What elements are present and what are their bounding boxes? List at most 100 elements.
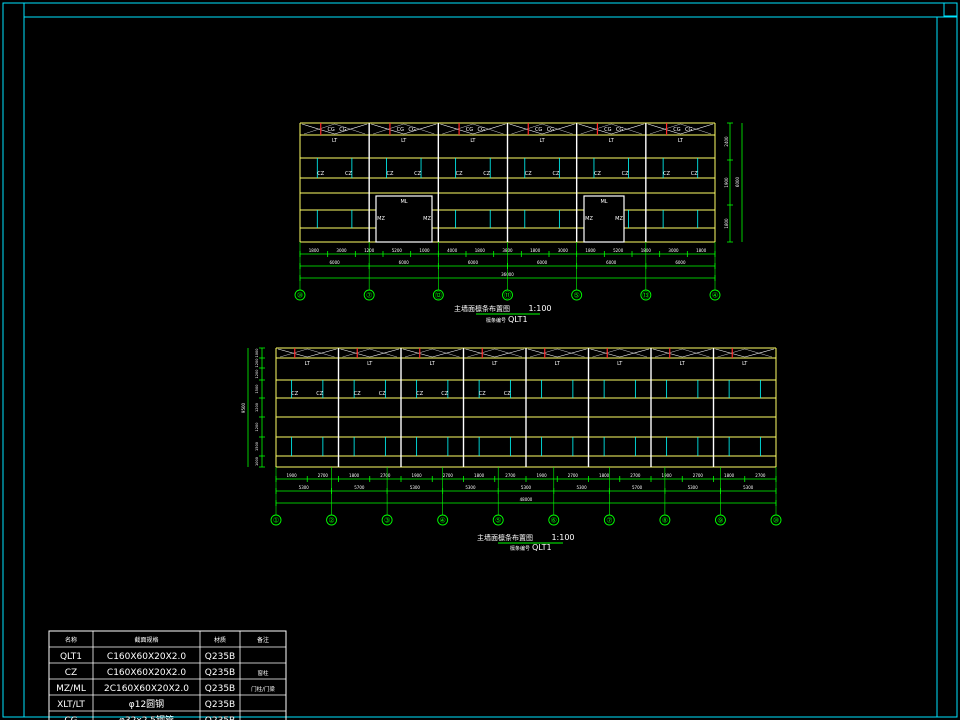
table-cell: 窗柱: [257, 669, 269, 677]
tag-lt: LT: [609, 138, 615, 144]
dimension-text: 1900: [287, 473, 298, 478]
tag-mz: MZ: [615, 216, 623, 222]
table-cell: Q235B: [205, 700, 235, 710]
tag-cg: CG: [339, 127, 346, 133]
tag-lt: LT: [430, 361, 436, 367]
table-cell: CZ: [65, 668, 77, 678]
dimension-text: 2700: [318, 473, 329, 478]
table-cell: XLT/LT: [57, 700, 85, 710]
axis-label: ②: [328, 517, 334, 525]
dimension-text: 6000: [329, 260, 340, 265]
axis-label: ⑬: [642, 292, 649, 300]
tag-lt: LT: [678, 138, 684, 144]
tag-cz: CZ: [594, 171, 601, 177]
dimension-text: 3000: [668, 248, 679, 253]
tag-cz: CZ: [354, 391, 361, 397]
elevation-drawing-1: CG CGLTCZ CZCG CGLTCZ CZCG CGLTCZ CZCG CGLTCZ CZ…: [294, 122, 743, 315]
dimension-text: 5200: [392, 248, 403, 253]
table-cell: φ32x2.5钢管: [119, 714, 174, 720]
cad-drawing-canvas[interactable]: CG CGLTCZ CZCG CGLTCZ CZCG CGLTCZ CZCG CGLTCZ CZ…: [0, 0, 960, 720]
tag-cz: CZ: [414, 171, 421, 177]
axis-label: ⑩: [773, 517, 779, 525]
dimension-text: 2700: [505, 473, 516, 478]
table-header: 材质: [214, 636, 226, 644]
dimension-text: 1000: [419, 248, 430, 253]
dimension-text: 1200: [255, 423, 259, 432]
table-cell: Q235B: [205, 652, 235, 662]
dimension-text: 1900: [662, 473, 673, 478]
tag-lt: LT: [555, 361, 561, 367]
dimension-text: 1800: [530, 248, 541, 253]
dimension-text: 1800: [696, 248, 707, 253]
axis-label: ⑩: [297, 292, 303, 300]
dimension-total: 9500: [241, 402, 246, 413]
dimension-text: 5300: [743, 485, 754, 490]
dimension-text: 5200: [613, 248, 624, 253]
tag-mz: MZ: [377, 216, 385, 222]
tag-cz: CZ: [416, 391, 423, 397]
tag-cg: CG: [604, 127, 611, 133]
tag-cz: CZ: [316, 391, 323, 397]
tag-lt: LT: [332, 138, 338, 144]
tag-cg: CG: [547, 127, 554, 133]
tag-cz: CZ: [663, 171, 670, 177]
tag-cz: CZ: [317, 171, 324, 177]
drawing2-scale: 1:100: [551, 533, 574, 542]
tag-lt: LT: [305, 361, 311, 367]
dimension-text: 1800: [474, 473, 485, 478]
tag-ml: ML: [400, 199, 407, 205]
tag-cz: CZ: [504, 391, 511, 397]
dimension-text: 2700: [755, 473, 766, 478]
tag-cz: CZ: [441, 391, 448, 397]
dimension-text: 5300: [465, 485, 476, 490]
dimension-text: 2400: [724, 136, 729, 147]
dimension-text: 6000: [675, 260, 686, 265]
axis-label: ⑥: [551, 517, 557, 525]
tag-cz: CZ: [345, 171, 352, 177]
dimension-text: 1500: [255, 442, 259, 451]
dimension-total: 48000: [520, 497, 533, 502]
dimension-text: 5300: [299, 485, 310, 490]
axis-label: ⑫: [435, 292, 442, 300]
tag-cz: CZ: [456, 171, 463, 177]
table-cell: Q235B: [205, 668, 235, 678]
dimension-text: 1800: [349, 473, 360, 478]
material-table: 名称 截面规格 材质 备注 QLT1 C160X60X20X2.0 Q235B CZ C160X…: [48, 630, 287, 720]
tag-cg: CG: [466, 127, 473, 133]
tag-lt: LT: [470, 138, 476, 144]
drawing1-subtitle: QLT1: [508, 315, 528, 324]
dimension-text: 1000: [255, 349, 259, 358]
table-cell: φ12圆钢: [129, 698, 164, 710]
dimension-text: 1200: [255, 359, 259, 368]
table-cell: MZ/ML: [56, 684, 86, 694]
table-header: 名称: [65, 636, 77, 644]
tag-cg: CG: [397, 127, 404, 133]
dimension-text: 6000: [606, 260, 617, 265]
axis-label: ⑧: [662, 517, 668, 525]
drawing1-subtitle-prefix: 檩条编号: [486, 317, 506, 324]
dimension-text: 1800: [585, 248, 596, 253]
dimension-text: 2700: [443, 473, 454, 478]
tag-cg: CG: [535, 127, 542, 133]
dimension-text: 2700: [630, 473, 641, 478]
dimension-text: 1000: [255, 457, 259, 466]
table-cell: C160X60X20X2.0: [107, 668, 186, 678]
dimension-text: 1900: [537, 473, 548, 478]
tag-cz: CZ: [483, 171, 490, 177]
dimension-text: 5700: [632, 485, 643, 490]
tag-lt: LT: [617, 361, 623, 367]
table-cell: CG: [64, 716, 77, 720]
dimension-text: 2700: [693, 473, 704, 478]
table-cell: QLT1: [60, 652, 82, 662]
elevation-drawing-2: LT CZ CZ LT CZ CZ LT CZ CZ LT CZ CZ LT LT LT LT 1900 2700…: [241, 347, 782, 544]
axis-label: ④: [440, 517, 446, 525]
tag-mz: MZ: [585, 216, 593, 222]
dimension-text: 2700: [380, 473, 391, 478]
dimension-text: 1800: [475, 248, 486, 253]
table-header: 截面规格: [134, 636, 158, 644]
dimension-text: 1500: [255, 385, 259, 394]
dimension-text: 1800: [599, 473, 610, 478]
drawing2-title: 主墙面檩条布置图: [477, 533, 533, 542]
dimension-text: 1900: [412, 473, 423, 478]
drawing-frame: [2, 2, 958, 718]
